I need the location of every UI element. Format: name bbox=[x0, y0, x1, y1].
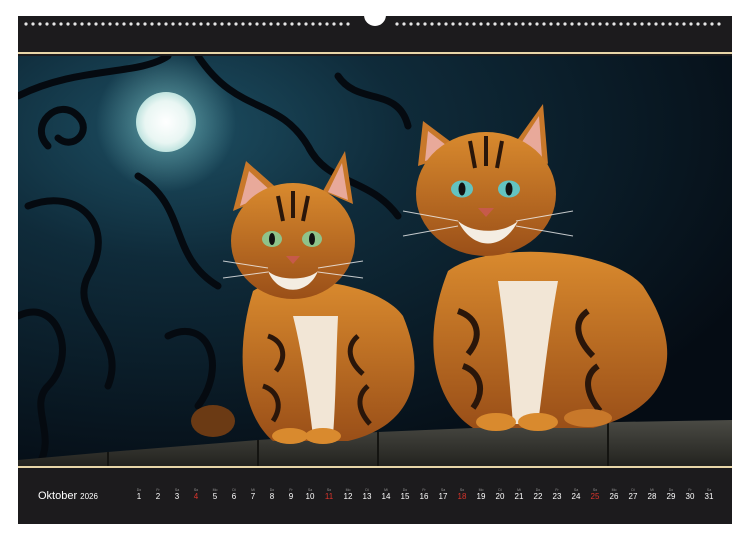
day-number: 9 bbox=[288, 492, 294, 501]
day-number: 26 bbox=[609, 492, 619, 501]
day-number: 20 bbox=[495, 492, 505, 501]
day-number: 21 bbox=[514, 492, 524, 501]
day-number: 1 bbox=[136, 492, 142, 501]
day-number: 18 bbox=[457, 492, 467, 501]
day-number: 14 bbox=[381, 492, 391, 501]
day-strip: Do 1 Fr 2 Sa 3 So 4 Mo 5 Di 6 Mi 7 Do 8 Fr 9 Sa 10 So 11 Mo 12 D… bbox=[18, 16, 732, 524]
day-number: 31 bbox=[704, 492, 714, 501]
day-number: 29 bbox=[666, 492, 676, 501]
day-number: 2 bbox=[155, 492, 161, 501]
day-number: 3 bbox=[174, 492, 180, 501]
day-number: 24 bbox=[571, 492, 581, 501]
day-number: 16 bbox=[419, 492, 429, 501]
day-number: 23 bbox=[552, 492, 562, 501]
wall-calendar: Oktober 2026 Do 1 Fr 2 Sa 3 So 4 Mo 5 Di 6 Mi 7 Do 8 Fr 9 S… bbox=[18, 8, 732, 524]
day-number: 15 bbox=[400, 492, 410, 501]
day-number: 6 bbox=[231, 492, 237, 501]
day-number: 13 bbox=[362, 492, 372, 501]
day-number: 27 bbox=[628, 492, 638, 501]
day-number: 7 bbox=[250, 492, 256, 501]
day-number: 11 bbox=[324, 492, 334, 501]
day-number: 22 bbox=[533, 492, 543, 501]
day-number: 8 bbox=[269, 492, 275, 501]
day-number: 5 bbox=[212, 492, 218, 501]
day-number: 19 bbox=[476, 492, 486, 501]
day-number: 30 bbox=[685, 492, 695, 501]
day-number: 17 bbox=[438, 492, 448, 501]
day-number: 12 bbox=[343, 492, 353, 501]
day-number: 10 bbox=[305, 492, 315, 501]
day-number: 4 bbox=[193, 492, 199, 501]
day-number: 25 bbox=[590, 492, 600, 501]
day-number: 28 bbox=[647, 492, 657, 501]
